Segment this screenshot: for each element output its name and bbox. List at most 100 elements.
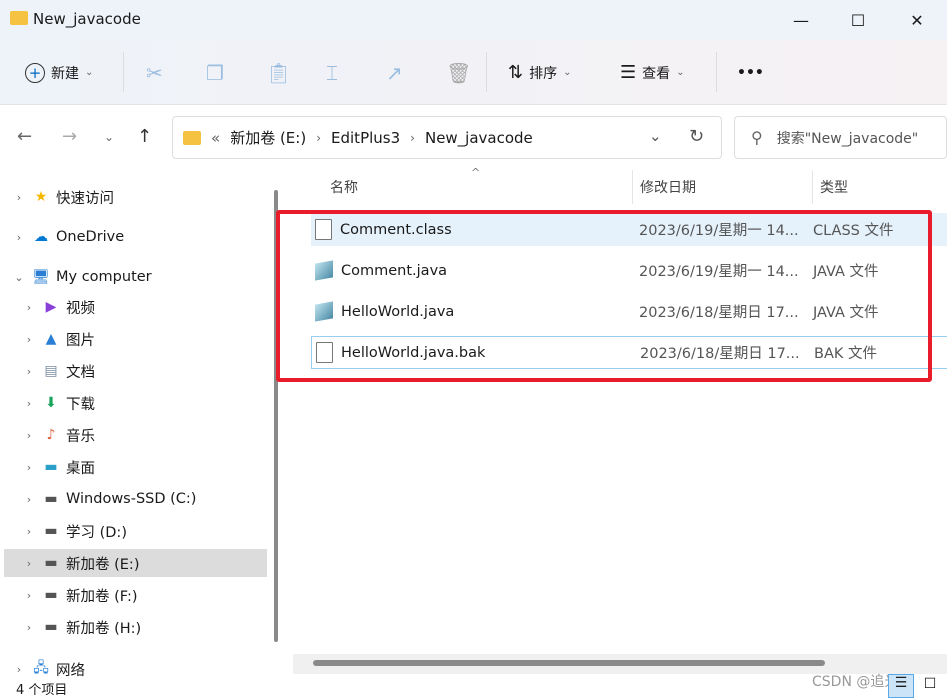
expand-chevron-icon[interactable]: › <box>8 231 30 244</box>
expand-chevron-icon[interactable]: › <box>18 461 40 474</box>
view-button[interactable]: ☰ 查看 ⌄ <box>620 40 685 105</box>
divider <box>123 52 124 92</box>
breadcrumb-item[interactable]: New_javacode <box>425 129 533 147</box>
column-header-type[interactable]: 类型 <box>820 177 848 197</box>
status-item-count: 4 个项目 <box>16 683 68 698</box>
sidebar-item[interactable]: › ▶ 视频 <box>4 293 267 321</box>
delete-icon[interactable]: 🗑︎ <box>446 40 471 105</box>
document-icon: ▤ <box>44 363 58 379</box>
search-input[interactable]: ⚲ 搜索"New_javacode" <box>734 116 947 159</box>
details-view-icon[interactable]: ☰ <box>888 674 914 698</box>
breadcrumb-overflow[interactable]: « <box>211 129 220 147</box>
command-bar: + 新建 ⌄ ✂ ❐ 📋︎ ⌶ ↗ 🗑︎ ⇅ 排序 ⌄ ☰ 查看 ⌄ ••• <box>0 40 947 105</box>
sidebar-item[interactable]: › ☁ OneDrive <box>4 223 267 251</box>
sort-button[interactable]: ⇅ 排序 ⌄ <box>508 40 571 105</box>
sidebar-item[interactable]: › ★ 快速访问 <box>4 183 267 211</box>
expand-chevron-icon[interactable]: › <box>18 621 40 634</box>
folder-icon <box>183 130 201 145</box>
expand-chevron-icon[interactable]: › <box>18 301 40 314</box>
divider <box>812 170 813 204</box>
drive-icon: ▬ <box>44 619 58 635</box>
address-bar[interactable]: « 新加卷 (E:) › EditPlus3 › New_javacode ⌄ ↻ <box>172 116 722 159</box>
expand-chevron-icon[interactable]: › <box>18 557 40 570</box>
music-icon: ♪ <box>46 427 56 443</box>
expand-chevron-icon[interactable]: › <box>18 525 40 538</box>
tiles-view-icon[interactable]: ☐ <box>918 676 942 698</box>
sidebar-item-label: 音乐 <box>66 428 95 445</box>
expand-chevron-icon[interactable]: › <box>18 365 40 378</box>
sidebar-item-label: Windows-SSD (C:) <box>66 491 197 507</box>
desktop-icon: ▬ <box>44 459 58 475</box>
up-arrow-icon[interactable]: ↑ <box>137 126 152 147</box>
expand-chevron-icon[interactable]: › <box>18 589 40 602</box>
plus-circle-icon: + <box>25 62 45 83</box>
sort-ascending-icon: ^ <box>471 166 481 179</box>
title-bar: New_javacode — ☐ ✕ <box>0 0 947 40</box>
cut-icon[interactable]: ✂ <box>146 40 163 105</box>
video-icon: ▶ <box>45 299 57 315</box>
sidebar-item-label: 网络 <box>56 662 85 679</box>
sidebar-item-label: 视频 <box>66 300 95 317</box>
column-header-date[interactable]: 修改日期 <box>640 177 696 197</box>
divider <box>632 170 633 204</box>
drive-icon: ▬ <box>44 491 58 507</box>
sidebar-item-label: 新加卷 (E:) <box>66 556 140 573</box>
divider <box>486 52 487 92</box>
highlight-box <box>276 210 932 382</box>
expand-chevron-icon[interactable]: ⌄ <box>8 271 30 284</box>
search-placeholder: 搜索"New_javacode" <box>776 130 919 147</box>
expand-chevron-icon[interactable]: › <box>18 397 40 410</box>
sidebar-item[interactable]: › ▬ 新加卷 (F:) <box>4 581 267 609</box>
more-button[interactable]: ••• <box>737 40 764 105</box>
sidebar-item[interactable]: › ⬇ 下载 <box>4 389 267 417</box>
picture-icon: ▲ <box>45 331 57 347</box>
sidebar-item[interactable]: › ▬ Windows-SSD (C:) <box>4 485 267 513</box>
column-header-name[interactable]: 名称 <box>330 177 358 197</box>
minimize-button[interactable]: — <box>778 0 824 40</box>
share-icon[interactable]: ↗ <box>386 40 403 105</box>
sidebar-item[interactable]: › ▬ 学习 (D:) <box>4 517 267 545</box>
maximize-button[interactable]: ☐ <box>835 0 881 40</box>
chevron-down-icon[interactable]: ⌄ <box>649 127 662 145</box>
sidebar-item[interactable]: › ▤ 文档 <box>4 357 267 385</box>
forward-arrow-icon[interactable]: → <box>62 126 77 147</box>
copy-icon[interactable]: ❐ <box>206 40 224 105</box>
network-icon: 🖧︎ <box>33 660 49 676</box>
expand-chevron-icon[interactable]: › <box>18 333 40 346</box>
sidebar-item[interactable]: › ▬ 新加卷 (H:) <box>4 613 267 641</box>
expand-chevron-icon[interactable]: › <box>8 663 30 676</box>
recent-chevron-icon[interactable]: ⌄ <box>104 130 114 144</box>
breadcrumb-item[interactable]: 新加卷 (E:) <box>230 127 306 148</box>
computer-icon: 🖥︎ <box>32 269 50 285</box>
scrollbar-thumb[interactable] <box>313 660 825 666</box>
sidebar-item-label: 新加卷 (H:) <box>66 620 142 637</box>
drive-icon: ▬ <box>44 587 58 603</box>
refresh-icon[interactable]: ↻ <box>689 126 704 147</box>
expand-chevron-icon[interactable]: › <box>8 191 30 204</box>
sidebar-item[interactable]: ⌄ 🖥︎ My computer <box>4 263 267 291</box>
expand-chevron-icon[interactable]: › <box>18 493 40 506</box>
cloud-icon: ☁ <box>34 229 48 245</box>
sidebar-item-label: 下载 <box>66 396 95 413</box>
sidebar-item-label: 文档 <box>66 364 95 381</box>
rename-icon[interactable]: ⌶ <box>326 40 338 105</box>
download-icon: ⬇ <box>45 395 57 411</box>
new-button[interactable]: + 新建 ⌄ <box>25 40 93 105</box>
sidebar-item[interactable]: › ▲ 图片 <box>4 325 267 353</box>
list-view-icon: ☰ <box>620 62 637 83</box>
paste-icon[interactable]: 📋︎ <box>266 40 291 105</box>
new-label: 新建 <box>51 65 79 82</box>
back-arrow-icon[interactable]: ← <box>17 126 32 147</box>
breadcrumb-item[interactable]: EditPlus3 <box>331 129 400 147</box>
sidebar-item-label: 图片 <box>66 332 95 349</box>
divider <box>716 52 717 92</box>
expand-chevron-icon[interactable]: › <box>18 429 40 442</box>
sidebar-item-label: My computer <box>56 269 152 285</box>
drive-icon: ▬ <box>44 555 58 571</box>
sidebar-item[interactable]: › ♪ 音乐 <box>4 421 267 449</box>
sidebar-item[interactable]: › ▬ 新加卷 (E:) <box>4 549 267 577</box>
sidebar-item[interactable]: › ▬ 桌面 <box>4 453 267 481</box>
star-icon: ★ <box>34 189 48 205</box>
close-button[interactable]: ✕ <box>894 0 940 40</box>
view-label: 查看 <box>642 65 671 82</box>
